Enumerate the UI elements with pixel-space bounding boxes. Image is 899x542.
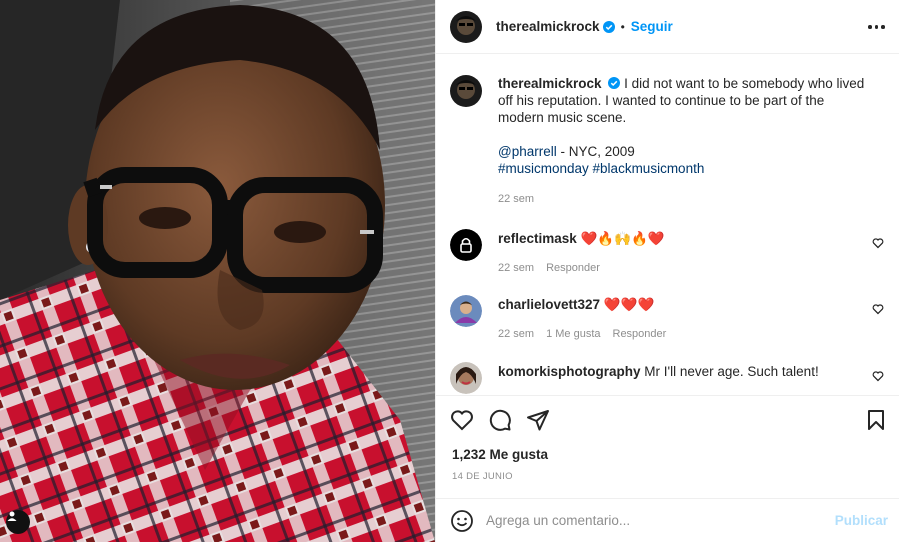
verified-icon <box>602 20 615 33</box>
caption-location: - NYC, 2009 <box>556 144 635 159</box>
comment-username[interactable]: charlielovett327 <box>498 297 600 312</box>
likes-count[interactable]: 1,232 Me gusta <box>452 447 548 462</box>
like-comment-icon[interactable] <box>872 237 884 249</box>
post-date[interactable]: 14 DE JUNIO <box>452 471 513 482</box>
comment-time: 22 sem <box>498 328 535 340</box>
comment-username[interactable]: komorkisphotography <box>498 364 641 379</box>
reply-button[interactable]: Responder <box>613 328 667 340</box>
comments-list[interactable]: therealmickrock I did not want to be som… <box>436 55 899 395</box>
post-image[interactable] <box>0 0 435 542</box>
commenter-avatar[interactable] <box>450 295 482 327</box>
post-sidebar: therealmickrock • Seguir therealmickrock… <box>435 0 899 542</box>
comment-text: ❤️❤️❤️ <box>603 297 655 312</box>
header-separator: • <box>620 19 625 34</box>
caption-avatar[interactable] <box>450 75 482 107</box>
caption-username[interactable]: therealmickrock <box>498 76 602 91</box>
author-username[interactable]: therealmickrock <box>496 19 600 34</box>
mention-link[interactable]: @pharrell <box>498 144 557 159</box>
like-heart-icon[interactable] <box>450 408 474 432</box>
user-tag-icon[interactable] <box>6 510 30 534</box>
comment-text: Mr I'll never age. Such talent! <box>644 364 819 379</box>
like-comment-icon[interactable] <box>872 303 884 315</box>
comment-likes[interactable]: 1 Me gusta <box>546 328 600 340</box>
post-modal: therealmickrock • Seguir therealmickrock… <box>0 0 899 542</box>
comment-composer: Publicar <box>436 498 899 542</box>
commenter-avatar[interactable] <box>450 362 482 394</box>
comment-time: 22 sem <box>498 262 535 274</box>
action-bar <box>436 395 899 443</box>
caption-time: 22 sem <box>498 193 535 205</box>
comment-username[interactable]: reflectimask <box>498 231 577 246</box>
portrait-illustration <box>0 0 435 542</box>
emoji-icon[interactable] <box>450 509 474 533</box>
like-comment-icon[interactable] <box>872 370 884 382</box>
save-bookmark-icon[interactable] <box>864 408 888 432</box>
post-header: therealmickrock • Seguir <box>436 0 899 54</box>
more-options-icon[interactable] <box>868 18 886 36</box>
commenter-avatar[interactable] <box>450 229 482 261</box>
comment-text: ❤️🔥🙌🔥❤️ <box>580 231 665 246</box>
share-icon[interactable] <box>526 408 550 432</box>
comment-icon[interactable] <box>488 408 512 432</box>
reply-button[interactable]: Responder <box>546 262 600 274</box>
comment-input[interactable] <box>486 513 816 528</box>
author-avatar[interactable] <box>450 10 482 43</box>
follow-button[interactable]: Seguir <box>631 19 673 34</box>
verified-icon <box>608 77 621 89</box>
publish-button[interactable]: Publicar <box>835 513 888 528</box>
hashtags-link[interactable]: #musicmonday #blackmusicmonth <box>498 160 868 177</box>
